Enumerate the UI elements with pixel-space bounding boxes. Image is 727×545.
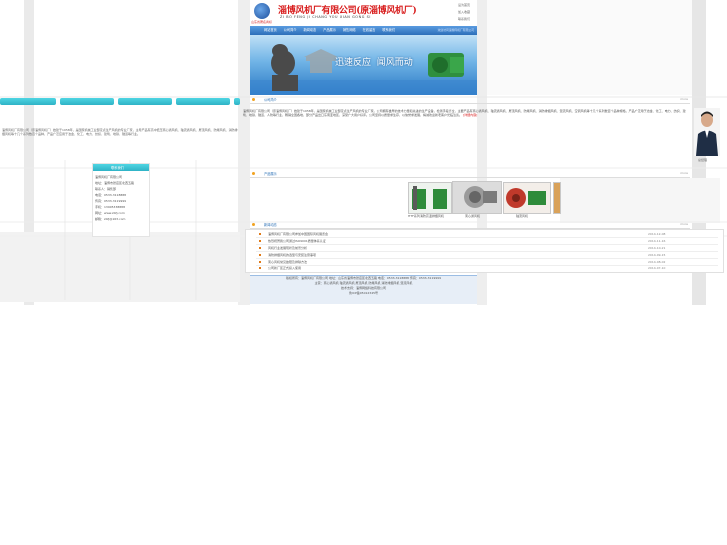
- nav-welcome-text: 欢迎访问淄博风机厂有限公司: [437, 28, 474, 32]
- news-row-date: 2014-12-08: [648, 232, 666, 236]
- intro-title: 公司简介: [264, 98, 277, 102]
- news-row-title[interactable]: 淄博风机厂有限公司参加中国国际风机展览会: [268, 232, 328, 236]
- products-more-link[interactable]: more: [680, 171, 688, 175]
- product-caption-3[interactable]: 轴流风机: [516, 214, 528, 218]
- left-tab-2: [60, 98, 114, 105]
- news-row[interactable]: 淄博风机厂有限公司参加中国国际风机展览会 2014-12-08: [256, 231, 718, 238]
- nav-about[interactable]: 公司简介: [284, 27, 297, 32]
- intro-title-bar: 公司简介 more: [250, 97, 690, 104]
- footer-line[interactable]: 鲁ICP备05012345号: [250, 291, 477, 296]
- left-tab-5: [234, 98, 240, 105]
- contact-lines: 淄博风机厂有限公司 地址：淄博市张店区北西五路 联系人：销售部 电话：0533-…: [95, 174, 147, 222]
- nav-news[interactable]: 新闻动态: [303, 27, 316, 32]
- nav-items: 网站首页 公司简介 新闻动态 产品展示 销售网络 在线留言 联系我们: [264, 27, 401, 32]
- hero-banner: 迅速反应 闻风而动: [250, 35, 477, 95]
- top-links: 设为首页 加入收藏 联系我们: [458, 2, 478, 23]
- news-row[interactable]: 公司新厂区正式投入使用 2014-07-10: [256, 265, 718, 271]
- news-row-date: 2014-07-10: [648, 266, 666, 270]
- nav-sales[interactable]: 销售网络: [343, 27, 356, 32]
- contact-box-header: 联系我们: [93, 164, 149, 171]
- news-row-title[interactable]: 公司新厂区正式投入使用: [268, 266, 301, 270]
- news-row[interactable]: 消防排烟风机的选型与安装注意事项 2014-09-15: [256, 252, 718, 259]
- logo-caption: 山东省著名商标: [251, 20, 273, 24]
- news-title: 新闻动态: [264, 223, 277, 227]
- nav-products[interactable]: 产品展示: [323, 27, 336, 32]
- news-title-bar: 新闻动态 more: [250, 222, 690, 229]
- intro-more-link[interactable]: more: [680, 97, 688, 101]
- bullet-icon: [252, 98, 255, 101]
- news-row-date: 2014-11-16: [648, 239, 666, 243]
- nav-contact[interactable]: 联系我们: [382, 27, 395, 32]
- products-title: 产品展示: [264, 172, 277, 176]
- company-pinyin: ZI BO FENG JI CHANG YOU XIAN GONG SI: [280, 15, 371, 19]
- contact-box: 联系我们 淄博风机厂有限公司 地址：淄博市张店区北西五路 联系人：销售部 电话：…: [92, 163, 150, 237]
- bullet-icon: [259, 233, 261, 235]
- nav-message[interactable]: 在线留言: [363, 27, 376, 32]
- fan-icon: [409, 183, 451, 213]
- site-footer: 版权所有：淄博风机厂有限公司 地址：山东省淄博市张店区北西五路 电话：0533-…: [250, 275, 477, 304]
- link-contact[interactable]: 联系我们: [458, 16, 478, 23]
- product-image-2[interactable]: [452, 181, 502, 214]
- bullet-icon: [259, 240, 261, 242]
- bullet-icon: [259, 267, 261, 269]
- contact-line[interactable]: 邮箱：zbfj@163.com: [95, 216, 147, 222]
- news-more-link[interactable]: more: [680, 222, 688, 226]
- news-row-date: 2014-10-21: [648, 246, 666, 250]
- contact-box-title: 联系我们: [111, 166, 124, 170]
- news-row-date: 2014-08-02: [648, 260, 666, 264]
- link-favorite[interactable]: 加入收藏: [458, 9, 478, 16]
- product-caption-1[interactable]: HTF系列消防高温排烟风机: [408, 214, 444, 218]
- link-set-home[interactable]: 设为首页: [458, 2, 478, 9]
- bullet-icon: [252, 172, 255, 175]
- manager-caption: 总经理: [698, 158, 708, 162]
- bullet-icon: [259, 247, 261, 249]
- intro-detail-link[interactable]: [详细内容]: [463, 113, 477, 117]
- left-tab-4: [176, 98, 230, 105]
- bullet-icon: [252, 223, 255, 226]
- nav-home[interactable]: 网站首页: [264, 27, 277, 32]
- news-row-date: 2014-09-15: [648, 253, 666, 257]
- bullet-icon: [259, 254, 261, 256]
- left-tab-1: [0, 98, 56, 105]
- product-image-4-partial[interactable]: [553, 182, 561, 214]
- company-logo: [254, 3, 270, 19]
- news-row-title[interactable]: 热烈祝贺我公司通过ISO9001质量体系认证: [268, 239, 326, 243]
- axial-fan-icon: [504, 183, 550, 213]
- manager-photo: [694, 108, 720, 156]
- banner-slogan: 迅速反应 闻风而动: [335, 58, 413, 68]
- intro-text: 淄博风机厂有限公司（原淄博风机厂）始建于1958年，是国家机械工业部定点生产风机…: [243, 109, 691, 117]
- left-intro-text: 淄博风机厂有限公司（原淄博风机厂）始建于1958年，是国家机械工业部定点生产风机…: [2, 128, 238, 136]
- news-row-title[interactable]: 离心风机常见故障及排除方法: [268, 260, 307, 264]
- product-caption-2[interactable]: 离心通风机: [465, 214, 480, 218]
- left-tab-3: [118, 98, 172, 105]
- main-nav: 网站首页 公司简介 新闻动态 产品展示 销售网络 在线留言 联系我们 欢迎访问淄…: [250, 26, 477, 35]
- product-image-3[interactable]: [503, 182, 551, 214]
- news-row[interactable]: 热烈祝贺我公司通过ISO9001质量体系认证 2014-11-16: [256, 238, 718, 245]
- product-image-1[interactable]: [408, 182, 452, 214]
- news-row-title[interactable]: 风机行业发展现状及前景分析: [268, 246, 307, 250]
- products-title-bar: 产品展示 more: [250, 171, 690, 178]
- news-row[interactable]: 风机行业发展现状及前景分析 2014-10-21: [256, 245, 718, 252]
- centrifugal-fan-icon: [453, 182, 501, 213]
- bullet-icon: [259, 261, 261, 263]
- news-row-title[interactable]: 消防排烟风机的选型与安装注意事项: [268, 253, 316, 257]
- person-icon: [694, 108, 720, 156]
- site-header: 山东省著名商标 淄博风机厂有限公司(原淄博风机厂) ZI BO FENG JI …: [250, 0, 477, 26]
